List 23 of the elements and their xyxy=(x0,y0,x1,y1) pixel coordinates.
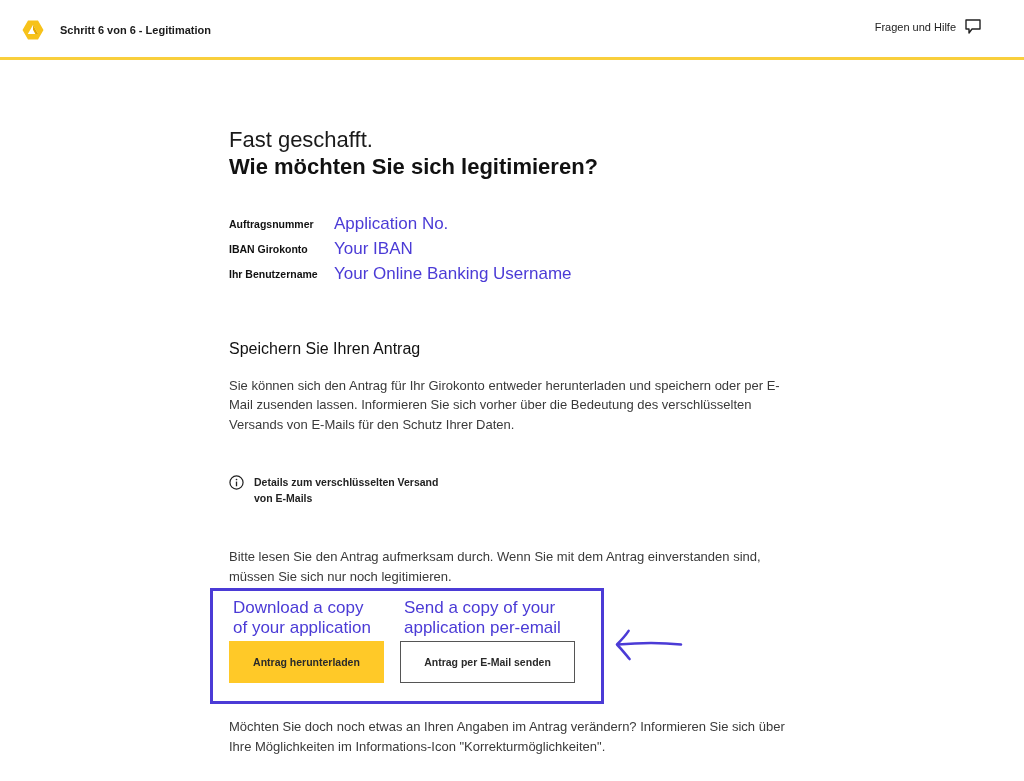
heading-question: Wie möchten Sie sich legitimieren? xyxy=(229,153,598,180)
outline-button[interactable]: Antrag per E-Mail senden xyxy=(400,640,575,683)
annotation-label: Download a copy of your application xyxy=(233,597,372,638)
detail-value: Application No. xyxy=(334,213,449,234)
info-icon[interactable] xyxy=(229,474,244,490)
primary-button[interactable]: Antrag herunterladen xyxy=(229,640,384,683)
logo-icon xyxy=(22,19,44,40)
annotation-label: Send a copy of your application per-email xyxy=(404,597,562,638)
help-link[interactable]: Fragen und Hilfe xyxy=(874,20,956,33)
arrow-icon xyxy=(615,627,683,661)
detail-label: Ihr Benutzername xyxy=(229,267,319,280)
detail-label: IBAN Girokonto xyxy=(229,242,309,255)
detail-value: Your Online Banking Username xyxy=(334,263,572,284)
step-title: Schritt 6 von 6 - Legitimation xyxy=(60,23,211,36)
body-text: Möchten Sie doch noch etwas an Ihren Angaben im Antrag verändern? Informieren Sie sich über Ihre Möglichkeiten im Informations-Icon "Korrekturmöglichkeiten". xyxy=(229,717,786,756)
body-text: Sie können sich den Antrag für Ihr Girokonto entweder herunterladen und speichern oder per E-Mail zusenden lassen. Informieren Sie sich vorher über die Bedeutung des verschlüsselten Versands von E-Mails für den Schutz Ihrer Daten. xyxy=(229,377,781,434)
heading-intro: Fast geschafft. xyxy=(229,126,373,153)
section-title: Speichern Sie Ihren Antrag xyxy=(229,339,422,359)
chat-icon[interactable] xyxy=(965,19,981,34)
detail-label: Auftragsnummer xyxy=(229,217,315,230)
detail-value: Your IBAN xyxy=(334,238,413,259)
instruction-text: Bitte lesen Sie den Antrag aufmerksam durch. Wenn Sie mit dem Antrag einverstanden sind, müssen Sie sich nur noch legitimieren. xyxy=(229,547,762,586)
info-link[interactable]: Details zum verschlüsselten Versand von E-Mails xyxy=(254,473,454,506)
